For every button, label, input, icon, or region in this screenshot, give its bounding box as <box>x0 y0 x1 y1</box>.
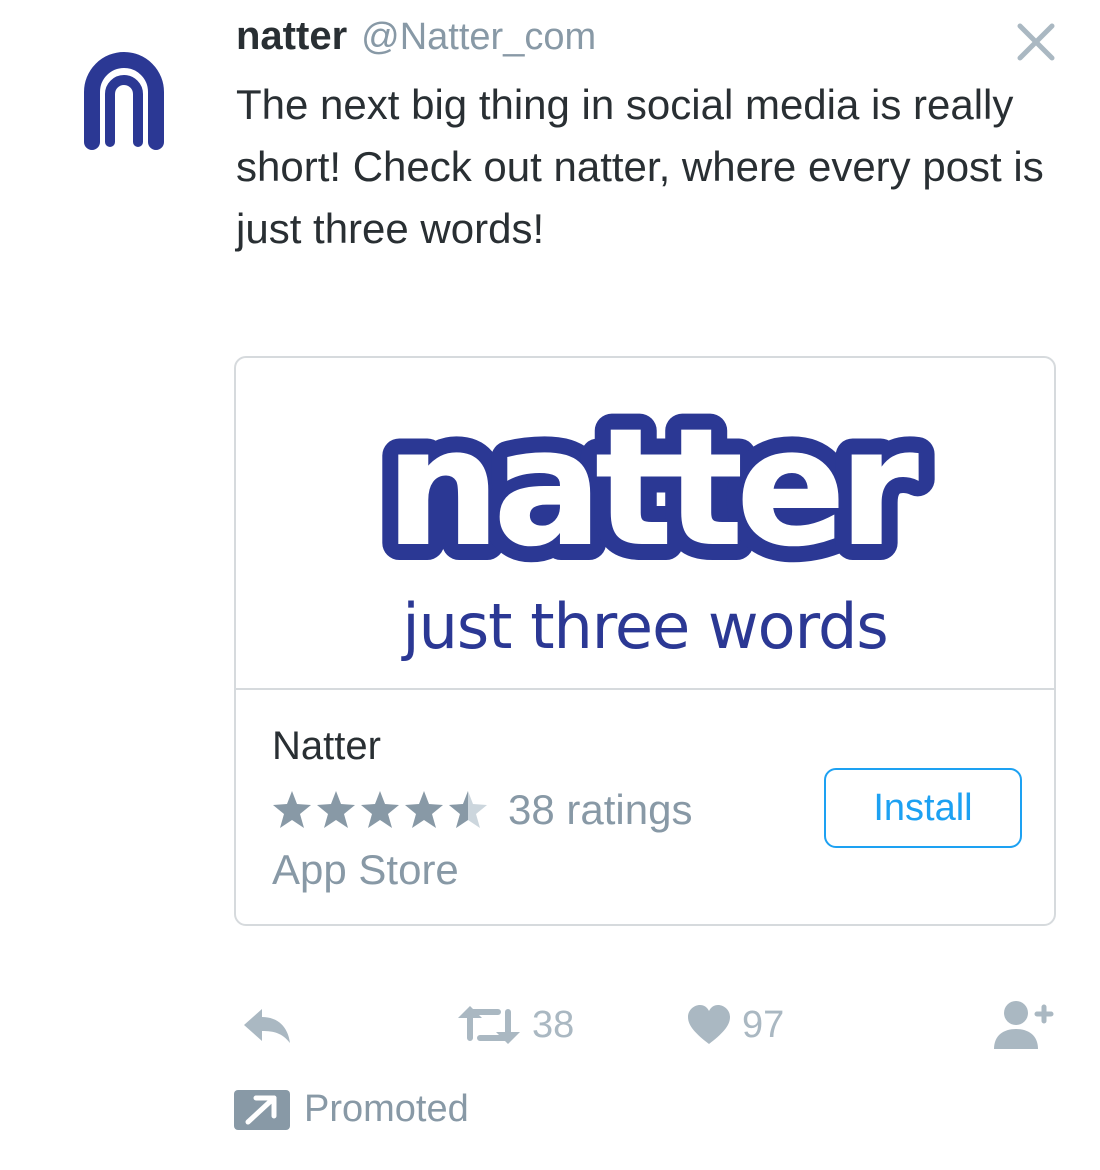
heart-icon <box>688 1005 730 1044</box>
reply-icon <box>244 1009 290 1043</box>
star-rating-icon <box>273 791 487 828</box>
reply-button[interactable] <box>240 1000 294 1050</box>
app-card[interactable]: natter natter just three words Natter 38… <box>234 356 1056 926</box>
user-handle[interactable]: @Natter_com <box>361 16 596 59</box>
like-count: 97 <box>742 1003 785 1046</box>
retweet-button[interactable]: 38 <box>456 1000 574 1050</box>
avatar[interactable] <box>74 50 174 150</box>
card-tagline: just three words <box>402 590 888 663</box>
tweet-text: The next big thing in social media is re… <box>236 81 1044 252</box>
natter-logo-icon <box>84 52 164 150</box>
card-media[interactable]: natter natter just three words <box>236 358 1054 690</box>
app-name: Natter <box>272 724 381 768</box>
ratings-count: 38 ratings <box>508 786 693 833</box>
follow-button[interactable] <box>992 1000 1058 1050</box>
follow-user-icon <box>994 1001 1054 1049</box>
retweet-icon <box>458 1006 520 1044</box>
tweet-header: natter @Natter_com <box>236 14 596 70</box>
close-button[interactable] <box>1012 18 1060 66</box>
promoted-arrow-icon <box>234 1089 290 1130</box>
app-store-label: App Store <box>272 846 459 893</box>
retweet-count: 38 <box>532 1003 575 1046</box>
natter-wordmark: natter natter <box>369 408 941 578</box>
promoted-indicator[interactable]: Promoted <box>234 1088 469 1131</box>
like-button[interactable]: 97 <box>686 1000 784 1050</box>
rating-row: 38 ratings <box>272 786 692 834</box>
close-icon <box>1017 23 1055 61</box>
install-button[interactable]: Install <box>824 768 1022 848</box>
display-name[interactable]: natter <box>236 14 347 59</box>
promoted-label: Promoted <box>304 1088 469 1130</box>
wordmark-fill: natter <box>386 408 918 578</box>
